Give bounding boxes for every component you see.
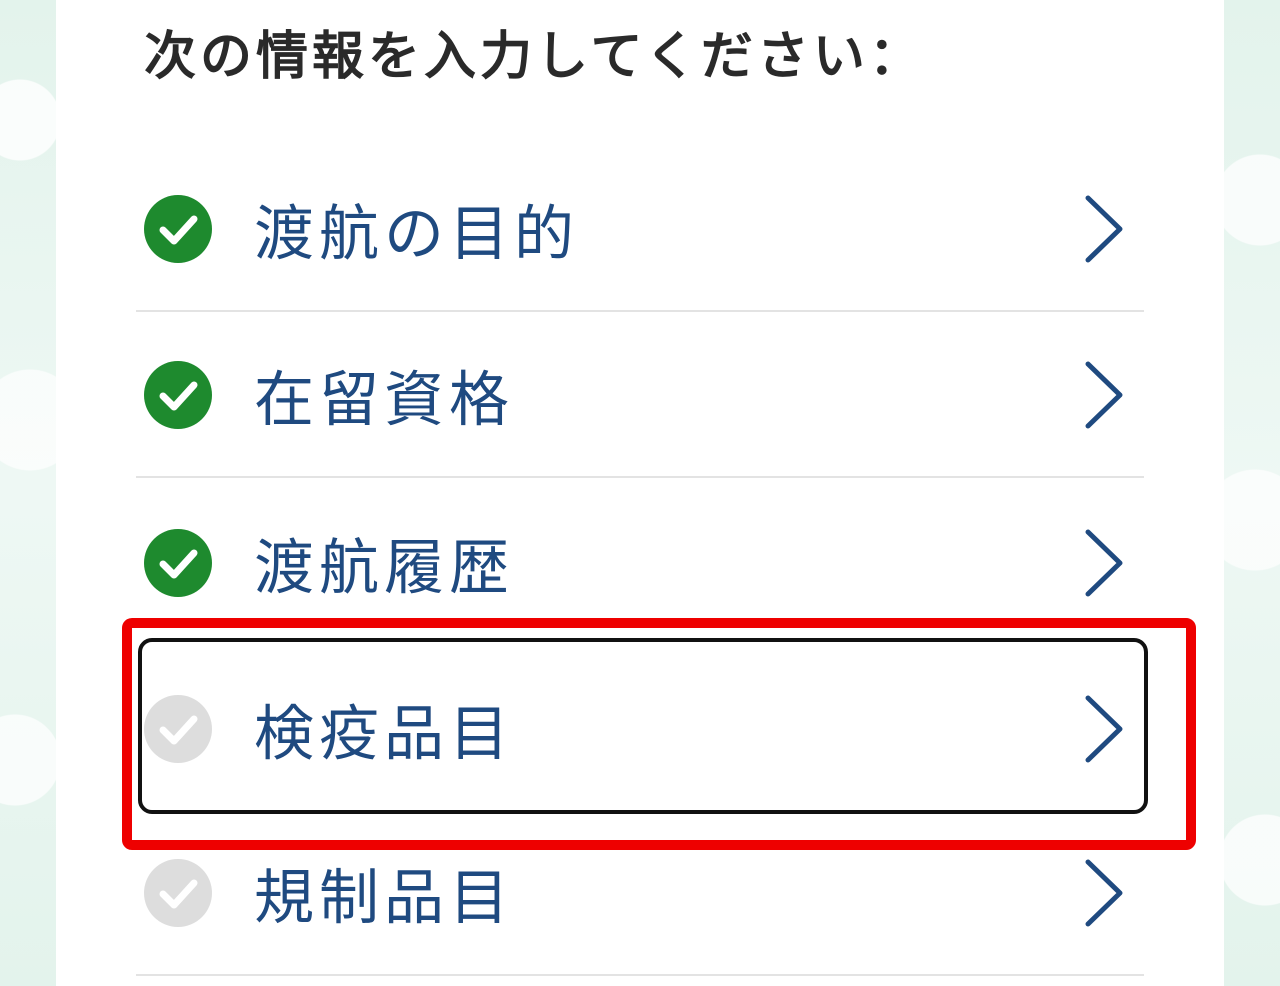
page-heading: 次の情報を入力してください： xyxy=(144,27,925,87)
check-circle-icon xyxy=(144,859,212,927)
chevron-right-icon xyxy=(1085,195,1123,263)
list-item-label: 渡航の目的 xyxy=(254,199,579,270)
list-item-label: 渡航履歴 xyxy=(254,533,514,604)
chevron-right-icon xyxy=(1085,859,1123,927)
list-item-label: 規制品目 xyxy=(254,863,514,934)
list-item-residence-status[interactable]: 在留資格 xyxy=(136,312,1144,478)
check-circle-icon xyxy=(144,361,212,429)
list-item-label: 検疫品目 xyxy=(254,699,514,770)
check-circle-icon xyxy=(144,195,212,263)
list-item-restricted-items[interactable]: 規制品目 xyxy=(136,810,1144,976)
check-circle-icon xyxy=(144,529,212,597)
list-item-quarantine-items[interactable]: 検疫品目 xyxy=(136,646,1144,812)
chevron-right-icon xyxy=(1085,361,1123,429)
chevron-right-icon xyxy=(1085,695,1123,763)
list-item-purpose[interactable]: 渡航の目的 xyxy=(136,146,1144,312)
check-circle-icon xyxy=(144,695,212,763)
list-item-label: 在留資格 xyxy=(254,365,514,436)
chevron-right-icon xyxy=(1085,529,1123,597)
divider xyxy=(136,476,1144,478)
divider xyxy=(136,974,1144,976)
